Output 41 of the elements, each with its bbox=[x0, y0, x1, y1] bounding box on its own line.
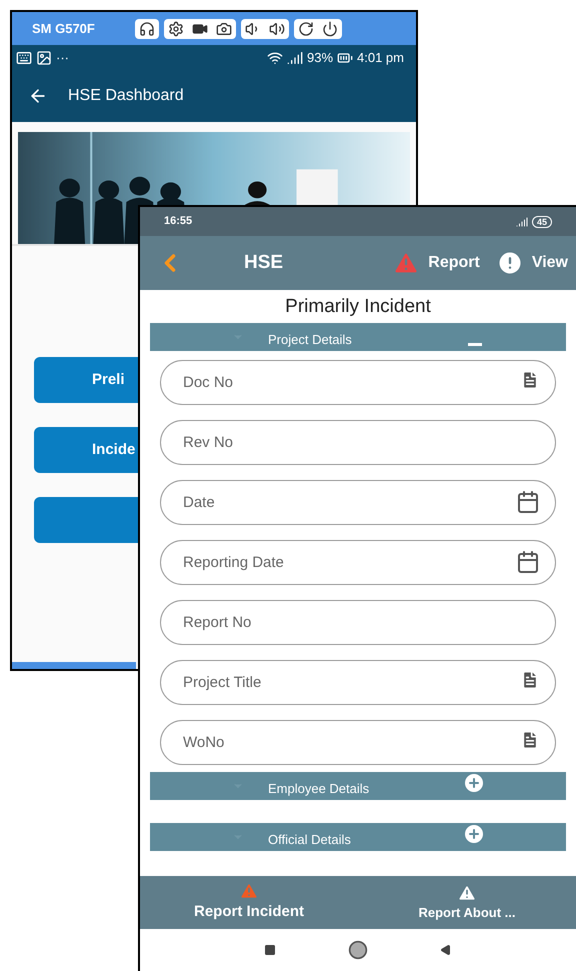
header-action-button[interactable]: View bbox=[496, 249, 568, 277]
battery-indicator: 45 bbox=[532, 216, 552, 228]
status-time: 16:55 bbox=[164, 214, 192, 230]
page-title: Primarily Incident bbox=[284, 295, 432, 319]
input-field[interactable]: Date bbox=[160, 480, 556, 525]
battery-percent: 93% bbox=[306, 48, 334, 67]
keyboard-icon bbox=[16, 50, 32, 66]
status-time: 4:01 pm bbox=[357, 48, 404, 67]
input-field[interactable]: Doc No bbox=[160, 360, 556, 405]
headphones-icon bbox=[138, 20, 155, 36]
section-header[interactable]: Official Details bbox=[150, 823, 566, 851]
headphones-button[interactable] bbox=[134, 18, 159, 38]
back-icon[interactable] bbox=[440, 944, 452, 956]
settings-icon bbox=[168, 20, 184, 36]
rotate-icon bbox=[298, 20, 314, 36]
home-icon[interactable] bbox=[348, 940, 368, 960]
calendar-icon bbox=[516, 490, 540, 514]
header-action-button[interactable]: Report bbox=[392, 249, 480, 277]
section-header[interactable]: Employee Details bbox=[150, 772, 566, 800]
calendar-icon bbox=[516, 550, 540, 574]
input-field[interactable]: WoNo bbox=[160, 720, 556, 765]
nav-tab[interactable]: Report Incident bbox=[140, 876, 358, 929]
input-field[interactable]: Rev No bbox=[160, 420, 556, 465]
menu-button[interactable]: Incide bbox=[34, 427, 138, 473]
camera-icon bbox=[216, 20, 232, 36]
volume-up-icon bbox=[268, 20, 285, 36]
input-field[interactable]: Report No bbox=[160, 600, 556, 645]
image-icon bbox=[36, 50, 52, 66]
recents-icon[interactable] bbox=[264, 944, 276, 956]
device-name: SM G570F bbox=[32, 20, 95, 38]
signal-icon bbox=[286, 50, 303, 66]
power-icon bbox=[322, 20, 338, 36]
nav-tab[interactable]: Report About ... bbox=[358, 876, 576, 929]
input-field[interactable]: Reporting Date bbox=[160, 540, 556, 585]
input-field[interactable]: Project Title bbox=[160, 660, 556, 705]
menu-button[interactable]: Preli bbox=[34, 357, 138, 403]
wifi-icon bbox=[266, 50, 283, 66]
more-indicator: ··· bbox=[56, 48, 69, 67]
section-header[interactable]: Project Details bbox=[150, 323, 566, 351]
app-title: HSE Dashboard bbox=[68, 86, 184, 106]
app-title: HSE bbox=[244, 250, 284, 275]
